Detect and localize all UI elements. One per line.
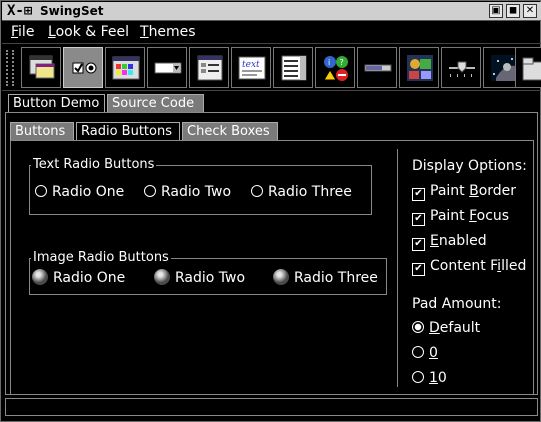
radio-indicator bbox=[412, 321, 424, 333]
html-icon: text bbox=[238, 56, 266, 80]
image-radio-three[interactable]: Radio Three bbox=[273, 269, 378, 286]
scroll-pane-demo-button[interactable] bbox=[399, 47, 439, 88]
sphere-radio-icon bbox=[32, 269, 48, 285]
tab-buttons[interactable]: Buttons bbox=[10, 122, 74, 140]
menu-file[interactable]: File bbox=[11, 24, 34, 40]
text-radio-two[interactable]: Radio Two bbox=[144, 184, 231, 200]
tab-radio-buttons[interactable]: Radio Buttons bbox=[76, 122, 180, 140]
image-radio-two[interactable]: Radio Two bbox=[154, 269, 245, 286]
combobox-demo-button[interactable] bbox=[147, 47, 187, 88]
demo-toolbar: text i? bbox=[2, 43, 541, 91]
radio-pad-default[interactable]: Default bbox=[412, 320, 480, 336]
check-icon: ✔ bbox=[412, 238, 425, 251]
menu-themes[interactable]: Themes bbox=[140, 24, 196, 40]
pad-amount-title: Pad Amount: bbox=[412, 296, 502, 312]
svg-text:text: text bbox=[242, 60, 260, 70]
menu-look-and-feel[interactable]: Look & Feel bbox=[48, 24, 129, 40]
svg-text:?: ? bbox=[340, 58, 344, 67]
option-pane-icon: i? bbox=[323, 56, 348, 81]
button-demo-button[interactable] bbox=[63, 47, 103, 88]
radio-indicator bbox=[35, 185, 47, 197]
x-window-logo-icon: X-⊞ bbox=[7, 3, 33, 19]
radio-indicator bbox=[251, 185, 263, 197]
svg-text:i: i bbox=[328, 58, 330, 67]
maximize-button[interactable]: ◼ bbox=[506, 4, 520, 18]
close-button[interactable]: ✕ bbox=[523, 4, 537, 18]
radio-pad-10[interactable]: 10 bbox=[412, 370, 447, 386]
tab-button-demo[interactable]: Button Demo bbox=[8, 94, 105, 112]
tab-source-code[interactable]: Source Code bbox=[107, 94, 204, 112]
tabbed-pane-icon bbox=[522, 57, 541, 81]
option-pane-demo-button[interactable]: i? bbox=[315, 47, 355, 88]
internal-frame-icon bbox=[29, 55, 55, 79]
group-title-image-radio: Image Radio Buttons bbox=[31, 250, 171, 265]
progress-bar-demo-button[interactable] bbox=[357, 47, 397, 88]
button-demo-icon bbox=[72, 62, 97, 74]
check-icon: ✔ bbox=[412, 263, 425, 276]
iconify-button[interactable]: ▣ bbox=[489, 4, 503, 18]
list-icon bbox=[281, 55, 307, 81]
sphere-radio-icon bbox=[154, 269, 170, 285]
radio-indicator bbox=[412, 371, 424, 383]
group-title-text-radio: Text Radio Buttons bbox=[31, 157, 157, 172]
checkbox-paint-focus[interactable]: ✔ Paint Focus bbox=[412, 208, 509, 226]
radio-buttons-panel: Text Radio Buttons Radio One Radio Two R… bbox=[10, 140, 534, 395]
file-chooser-icon bbox=[197, 55, 223, 81]
checkbox-content-filled[interactable]: ✔ Content Filled bbox=[412, 258, 526, 276]
tabbed-pane-demo-button[interactable] bbox=[515, 47, 541, 88]
checkbox-paint-border[interactable]: ✔ Paint Border bbox=[412, 183, 516, 201]
radio-pad-0[interactable]: 0 bbox=[412, 345, 438, 361]
slider-demo-button[interactable] bbox=[441, 47, 481, 88]
text-radio-one[interactable]: Radio One bbox=[35, 184, 124, 200]
internal-frame-demo-button[interactable] bbox=[21, 47, 61, 88]
image-radio-group: Image Radio Buttons Radio One Radio Two … bbox=[29, 250, 387, 295]
text-radio-three[interactable]: Radio Three bbox=[251, 184, 352, 200]
display-options-title: Display Options: bbox=[412, 158, 527, 174]
sphere-radio-icon bbox=[273, 269, 289, 285]
progress-bar-icon bbox=[364, 64, 392, 72]
html-demo-button[interactable]: text bbox=[231, 47, 271, 88]
menu-bar: File Look & Feel Themes bbox=[2, 22, 541, 43]
check-icon: ✔ bbox=[412, 213, 425, 226]
radio-indicator bbox=[412, 346, 424, 358]
radio-indicator bbox=[144, 185, 156, 197]
scroll-pane-icon bbox=[407, 55, 433, 81]
split-pane-icon bbox=[491, 55, 517, 81]
color-chooser-demo-button[interactable] bbox=[105, 47, 145, 88]
toolbar-grip[interactable] bbox=[6, 50, 14, 86]
color-chooser-icon bbox=[112, 56, 140, 80]
tab-check-boxes[interactable]: Check Boxes bbox=[182, 122, 278, 140]
combobox-icon bbox=[154, 62, 182, 74]
window-title: SwingSet bbox=[40, 4, 104, 18]
button-demo-panel: Buttons Radio Buttons Check Boxes Text R… bbox=[5, 112, 538, 395]
options-divider bbox=[397, 149, 398, 387]
list-demo-button[interactable] bbox=[273, 47, 313, 88]
image-radio-one[interactable]: Radio One bbox=[32, 269, 125, 286]
check-icon: ✔ bbox=[412, 188, 425, 201]
checkbox-enabled[interactable]: ✔ Enabled bbox=[412, 233, 487, 251]
text-radio-group: Text Radio Buttons Radio One Radio Two R… bbox=[29, 157, 372, 215]
file-chooser-demo-button[interactable] bbox=[189, 47, 229, 88]
swingset-window: X-⊞ SwingSet ▣ ◼ ✕ File Look & Feel Them… bbox=[0, 0, 541, 422]
slider-icon bbox=[449, 61, 475, 77]
status-bar bbox=[5, 398, 538, 416]
title-bar[interactable]: X-⊞ SwingSet ▣ ◼ ✕ bbox=[2, 2, 541, 21]
